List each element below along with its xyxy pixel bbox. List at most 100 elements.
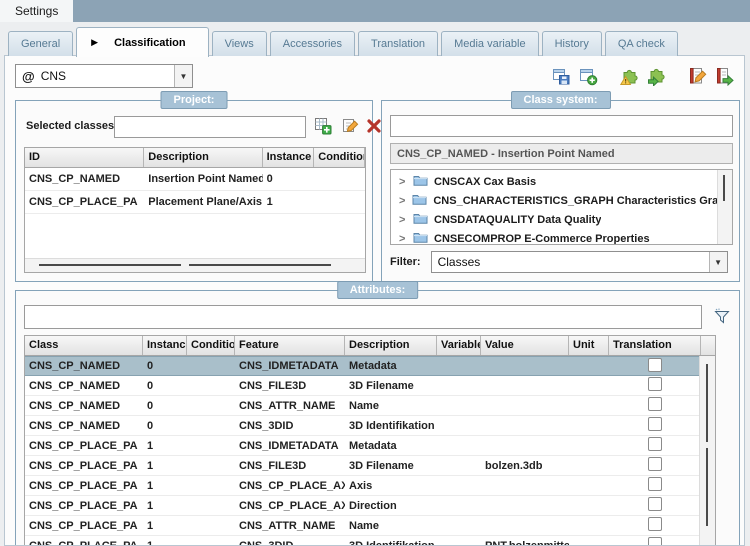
tab-label: Views [225,38,254,50]
column-header[interactable]: Condition [314,148,365,167]
attribute-table-row[interactable]: CNS_CP_PLACE_PA1CNS_IDMETADATAMetadata [25,436,715,456]
delete-class-icon[interactable] [366,118,382,137]
journal-export-icon[interactable] [714,66,734,86]
scrollbar-thumb[interactable] [39,264,181,266]
translation-checkbox[interactable] [648,437,662,451]
filter-label: Filter: [390,256,421,268]
attribute-table-row[interactable]: CNS_CP_PLACE_PA1CNS_FILE3D3D Filenamebol… [25,456,715,476]
expander-icon[interactable]: > [399,214,413,226]
attribute-table-row[interactable]: CNS_CP_NAMED0CNS_3DID3D Identifikation [25,416,715,436]
cell-class: CNS_CP_PLACE_PA [25,480,143,492]
project-table-row[interactable]: CNS_CP_PLACE_PAPlacement Plane/Axis1 [25,191,365,214]
filter-combo-dropdown-button[interactable]: ▼ [709,252,727,272]
journal-edit-icon[interactable] [687,66,707,86]
filter-combo[interactable]: Classes ▼ [431,251,728,273]
edit-class-icon[interactable] [341,117,359,138]
folder-icon [413,174,428,189]
scrollbar-thumb[interactable] [706,448,708,526]
project-group-label: Project: [161,91,228,109]
tab-translation[interactable]: Translation [358,31,438,56]
funnel-filter-icon[interactable] [713,307,732,329]
expander-icon[interactable]: > [399,233,413,245]
tab-media-variable[interactable]: Media variable [441,31,539,56]
column-header[interactable]: Translation [609,336,701,355]
translation-checkbox[interactable] [648,517,662,531]
column-header[interactable]: Condition [187,336,235,355]
horizontal-scrollbar[interactable] [25,258,365,272]
translation-checkbox[interactable] [648,477,662,491]
cell-class: CNS_CP_NAMED [25,420,143,432]
tab-label: Accessories [283,38,342,50]
class-selector-dropdown-button[interactable]: ▼ [174,65,192,87]
tab-accessories[interactable]: Accessories [270,31,355,56]
attribute-table-row[interactable]: CNS_CP_PLACE_PA1CNS_ATTR_NAMEName [25,516,715,536]
column-header[interactable]: Variable [437,336,481,355]
scrollbar-thumb[interactable] [723,175,725,201]
selected-classes-input[interactable] [114,116,306,138]
tab-qa-check[interactable]: QA check [605,31,678,56]
component-warning-icon[interactable] [619,66,639,86]
column-header[interactable]: Unit [569,336,609,355]
vertical-scrollbar[interactable] [699,356,715,546]
tree-item[interactable]: >CNSDATAQUALITY Data Quality [391,210,718,229]
column-header[interactable]: Description [144,148,262,167]
tree-item[interactable]: >CNSCAX Cax Basis [391,172,718,191]
tab-general[interactable]: General [8,31,73,56]
translation-checkbox[interactable] [648,537,662,546]
class-system-group-label: Class system: [511,91,611,109]
tab-label: QA check [618,38,665,50]
attribute-table-row[interactable]: CNS_CP_PLACE_PA1CNS_3DID3D Identifikatio… [25,536,715,546]
cell-description: 3D Filename [345,380,437,392]
class-search-input[interactable] [390,115,733,137]
add-class-icon[interactable] [314,117,332,138]
column-header[interactable]: Value [481,336,569,355]
translation-checkbox[interactable] [648,457,662,471]
class-system-group: Class system: CNS_CP_NAMED - Insertion P… [381,100,740,282]
translation-checkbox[interactable] [648,377,662,391]
attribute-table-row[interactable]: CNS_CP_NAMED0CNS_FILE3D3D Filename [25,376,715,396]
add-view-icon[interactable] [578,66,598,86]
vertical-scrollbar[interactable] [717,170,732,244]
cell-description: 3D Identifikation [345,540,437,546]
project-table-header: IDDescriptionInstanceCondition [25,148,365,168]
translation-checkbox[interactable] [648,358,662,372]
window-title-tab[interactable]: Settings [0,0,73,22]
tab-strip: General▶Classification Views Accessories Tr… [8,26,681,56]
column-header[interactable]: Class [25,336,143,355]
translation-checkbox[interactable] [648,397,662,411]
translation-checkbox[interactable] [648,417,662,431]
cell-translation [609,397,701,414]
cell-instance: 1 [143,540,187,546]
tree-item[interactable]: >CNS_CHARACTERISTICS_GRAPH Characteristi… [391,191,718,210]
column-header[interactable]: Feature [235,336,345,355]
attribute-table-row[interactable]: CNS_CP_PLACE_PA1CNS_CP_PLACE_AXI...Axis [25,476,715,496]
settings-window: Settings General▶Classification Views Acce… [0,0,750,546]
attribute-table-row[interactable]: CNS_CP_NAMED0CNS_IDMETADATAMetadata [25,356,715,376]
tree-item[interactable]: >CNSECOMPROP E-Commerce Properties [391,229,718,245]
column-header[interactable]: ID [25,148,144,167]
expander-icon[interactable]: > [399,176,413,188]
attribute-table-row[interactable]: CNS_CP_NAMED0CNS_ATTR_NAMEName [25,396,715,416]
tab-history[interactable]: History [542,31,602,56]
scrollbar-thumb[interactable] [189,264,331,266]
project-table-row[interactable]: CNS_CP_NAMEDInsertion Point Named0 [25,168,365,191]
filter-row: Filter: Classes ▼ [390,251,733,273]
cell-instance: 1 [143,520,187,532]
tab-classification[interactable]: ▶Classification [76,27,208,57]
cell-class: CNS_CP_PLACE_PA [25,520,143,532]
scrollbar-thumb[interactable] [706,364,708,442]
class-selector-combo[interactable]: @ CNS ▼ [15,64,193,88]
cell-description: Insertion Point Named [144,173,262,185]
column-header[interactable]: Instance [263,148,315,167]
attribute-table-row[interactable]: CNS_CP_PLACE_PA1CNS_CP_PLACE_AXI...Direc… [25,496,715,516]
column-header[interactable]: Description [345,336,437,355]
tab-views[interactable]: Views [212,31,267,56]
column-header[interactable]: Instance [143,336,187,355]
save-view-icon[interactable] [551,66,571,86]
class-tree: >CNSCAX Cax Basis>CNS_CHARACTERISTICS_GR… [390,169,733,245]
expander-icon[interactable]: > [399,195,412,207]
cell-feature: CNS_3DID [235,420,345,432]
component-add-icon[interactable] [646,66,666,86]
translation-checkbox[interactable] [648,497,662,511]
attributes-filter-input[interactable] [24,305,702,329]
